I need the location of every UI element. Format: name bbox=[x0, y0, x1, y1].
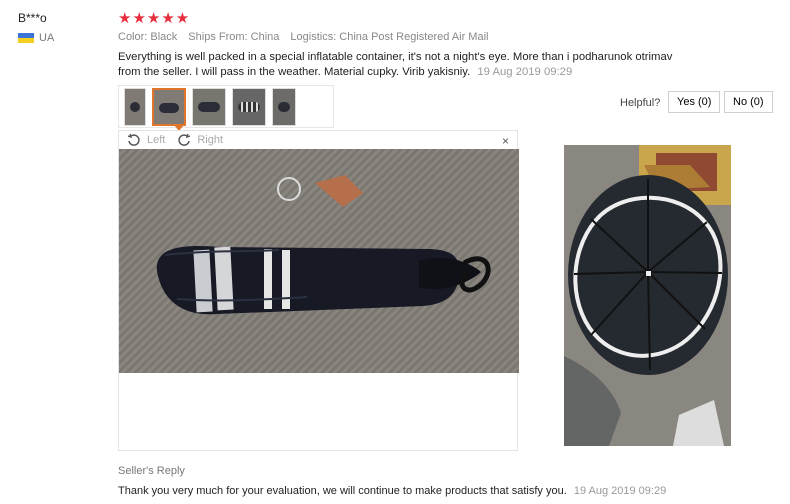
seller-reply-date: 19 Aug 2019 09:29 bbox=[573, 485, 667, 497]
thumbnail-strip bbox=[118, 85, 334, 128]
rotate-right-icon[interactable] bbox=[177, 133, 191, 147]
second-review-photo bbox=[564, 145, 731, 446]
review-thumbnail-2[interactable] bbox=[152, 87, 186, 126]
review-text-block: Everything is well packed in a special i… bbox=[118, 50, 698, 80]
review-thumbnail-5[interactable] bbox=[272, 87, 296, 126]
review-thumbnail-1[interactable] bbox=[124, 87, 146, 126]
color-meta: Color: Black bbox=[118, 31, 178, 43]
country-code: UA bbox=[39, 32, 55, 44]
helpful-yes-button[interactable]: Yes (0) bbox=[668, 91, 721, 113]
seller-reply-title: Seller's Reply bbox=[118, 465, 185, 477]
reviewer-country: UA bbox=[18, 32, 54, 44]
main-review-photo bbox=[119, 149, 519, 373]
reviewer-name: B***o bbox=[18, 11, 47, 25]
rating-stars: ★★★★★ bbox=[118, 10, 191, 27]
review-thumbnail-4[interactable] bbox=[232, 87, 266, 126]
review-text: Everything is well packed in a special i… bbox=[118, 51, 673, 78]
ukraine-flag-icon bbox=[18, 33, 34, 43]
seller-reply-text: Thank you very much for your evaluation,… bbox=[118, 485, 567, 497]
product-meta: Color: Black Ships From: China Logistics… bbox=[118, 31, 488, 43]
ships-from-meta: Ships From: China bbox=[188, 31, 280, 43]
folded-umbrella-image bbox=[156, 175, 491, 315]
close-icon[interactable]: × bbox=[502, 134, 509, 148]
rotate-left-label[interactable]: Left bbox=[147, 134, 165, 146]
helpful-label: Helpful? bbox=[620, 97, 661, 109]
viewer-rotation-controls: Left Right bbox=[127, 133, 223, 147]
logistics-meta: Logistics: China Post Registered Air Mai… bbox=[290, 31, 489, 43]
review-date: 19 Aug 2019 09:29 bbox=[477, 66, 573, 78]
image-viewer: Left Right × bbox=[118, 130, 519, 451]
rotate-left-icon[interactable] bbox=[127, 133, 141, 147]
helpful-no-button[interactable]: No (0) bbox=[724, 91, 773, 113]
seller-reply: Thank you very much for your evaluation,… bbox=[118, 485, 666, 497]
open-umbrella-image bbox=[564, 145, 731, 446]
rotate-right-label[interactable]: Right bbox=[197, 134, 223, 146]
review-thumbnail-3[interactable] bbox=[192, 87, 226, 126]
